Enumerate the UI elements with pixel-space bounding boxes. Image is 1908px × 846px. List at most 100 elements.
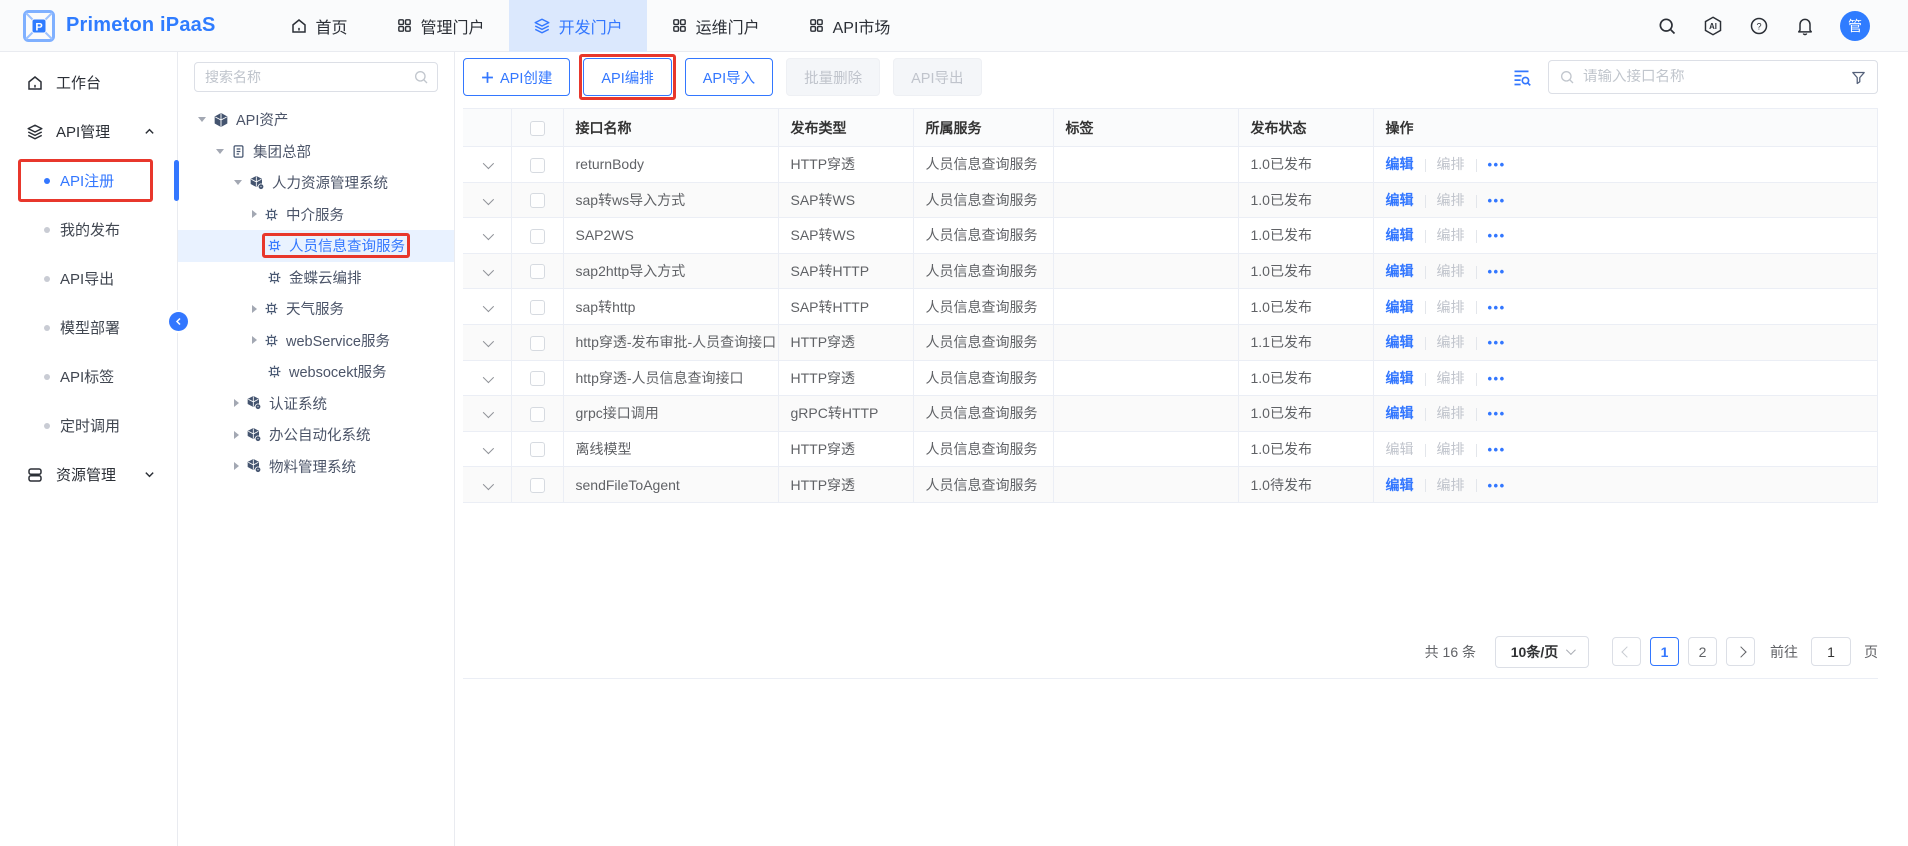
user-avatar[interactable]: 管 <box>1840 11 1870 41</box>
row-checkbox[interactable] <box>530 442 545 457</box>
api-create-button[interactable]: API创建 <box>463 58 570 96</box>
edit-link[interactable]: 编辑 <box>1386 156 1414 172</box>
edit-link[interactable]: 编辑 <box>1386 263 1414 279</box>
select-all-checkbox[interactable] <box>530 121 545 136</box>
row-checkbox[interactable] <box>530 336 545 351</box>
sidebar-item-workbench[interactable]: 工作台 <box>0 58 177 107</box>
tree-node-weather-service[interactable]: 天气服务 <box>178 293 454 325</box>
more-actions-link[interactable]: ••• <box>1488 300 1506 315</box>
search-icon[interactable] <box>1656 15 1678 37</box>
tree-node-office-automation-system[interactable]: 办公自动化系统 <box>178 419 454 451</box>
orchestrate-link[interactable]: 编排 <box>1437 405 1465 421</box>
tree-expanded-icon[interactable] <box>198 117 206 122</box>
sidebar-item-my-publish[interactable]: 我的发布 <box>0 205 177 254</box>
nav-admin-portal[interactable]: 管理门户 <box>372 0 509 52</box>
more-actions-link[interactable]: ••• <box>1488 193 1506 208</box>
sidebar-item-model-deploy[interactable]: 模型部署 <box>0 303 177 352</box>
row-expand-icon[interactable] <box>483 336 494 347</box>
row-expand-icon[interactable] <box>483 194 494 205</box>
row-checkbox[interactable] <box>530 478 545 493</box>
orchestrate-link[interactable]: 编排 <box>1437 192 1465 208</box>
orchestrate-link[interactable]: 编排 <box>1437 334 1465 350</box>
row-expand-icon[interactable] <box>483 265 494 276</box>
more-actions-link[interactable]: ••• <box>1488 335 1506 350</box>
tree-search-input[interactable] <box>205 69 413 85</box>
tree-collapsed-icon[interactable] <box>252 305 257 313</box>
more-actions-link[interactable]: ••• <box>1488 442 1506 457</box>
notifications-bell-icon[interactable] <box>1794 15 1816 37</box>
page-button-1[interactable]: 1 <box>1650 637 1679 666</box>
ai-assistant-icon[interactable]: AI <box>1702 15 1724 37</box>
tree-expanded-icon[interactable] <box>216 149 224 154</box>
batch-delete-button[interactable]: 批量删除 <box>786 58 880 96</box>
nav-api-market[interactable]: API市场 <box>784 0 915 52</box>
edit-link[interactable]: 编辑 <box>1386 227 1414 243</box>
more-actions-link[interactable]: ••• <box>1488 406 1506 421</box>
more-actions-link[interactable]: ••• <box>1488 264 1506 279</box>
advanced-list-search-icon[interactable] <box>1511 67 1532 88</box>
more-actions-link[interactable]: ••• <box>1488 228 1506 243</box>
panel-collapse-button[interactable] <box>169 312 188 331</box>
orchestrate-link[interactable]: 编排 <box>1437 263 1465 279</box>
row-expand-icon[interactable] <box>483 229 494 240</box>
tree-node-websocket-service[interactable]: websocekt服务 <box>178 356 454 388</box>
tree-collapsed-icon[interactable] <box>252 336 257 344</box>
edit-link[interactable]: 编辑 <box>1386 334 1414 350</box>
tree-expanded-icon[interactable] <box>234 180 242 185</box>
edit-link[interactable]: 编辑 <box>1386 370 1414 386</box>
nav-ops-portal[interactable]: 运维门户 <box>647 0 784 52</box>
orchestrate-link[interactable]: 编排 <box>1437 441 1465 457</box>
tree-node-material-management-system[interactable]: 物料管理系统 <box>178 451 454 483</box>
orchestrate-link[interactable]: 编排 <box>1437 227 1465 243</box>
prev-page-button[interactable] <box>1612 637 1641 666</box>
sidebar-item-resource-management[interactable]: 资源管理 <box>0 450 177 499</box>
row-checkbox[interactable] <box>530 193 545 208</box>
orchestrate-link[interactable]: 编排 <box>1437 299 1465 315</box>
sidebar-item-api-export[interactable]: API导出 <box>0 254 177 303</box>
tree-node-api-assets[interactable]: API资产 <box>178 104 454 136</box>
edit-link[interactable]: 编辑 <box>1386 192 1414 208</box>
tree-collapsed-icon[interactable] <box>234 399 239 407</box>
row-expand-icon[interactable] <box>483 301 494 312</box>
tree-node-intermediary-service[interactable]: 中介服务 <box>178 199 454 231</box>
row-checkbox[interactable] <box>530 407 545 422</box>
tree-node-kingdee-orchestration[interactable]: 金蝶云编排 <box>178 262 454 294</box>
more-actions-link[interactable]: ••• <box>1488 371 1506 386</box>
goto-page-input[interactable] <box>1811 637 1851 666</box>
orchestrate-link[interactable]: 编排 <box>1437 370 1465 386</box>
nav-home[interactable]: 首页 <box>266 0 372 52</box>
sidebar-item-api-management[interactable]: API管理 <box>0 107 177 156</box>
row-expand-icon[interactable] <box>483 158 494 169</box>
edit-link[interactable]: 编辑 <box>1386 477 1414 493</box>
more-actions-link[interactable]: ••• <box>1488 157 1506 172</box>
sidebar-item-api-tags[interactable]: API标签 <box>0 352 177 401</box>
next-page-button[interactable] <box>1726 637 1755 666</box>
row-checkbox[interactable] <box>530 371 545 386</box>
row-checkbox[interactable] <box>530 158 545 173</box>
row-expand-icon[interactable] <box>483 372 494 383</box>
tree-collapsed-icon[interactable] <box>234 462 239 470</box>
api-orchestrate-button[interactable]: API编排 <box>583 58 671 96</box>
tree-node-group-hq[interactable]: 集团总部 <box>178 136 454 168</box>
tree-node-webservice-service[interactable]: webService服务 <box>178 325 454 357</box>
more-actions-link[interactable]: ••• <box>1488 478 1506 493</box>
tree-node-personnel-info-service[interactable]: 人员信息查询服务 <box>178 230 454 262</box>
api-search-input[interactable] <box>1583 69 1842 85</box>
row-checkbox[interactable] <box>530 264 545 279</box>
tree-collapsed-icon[interactable] <box>234 431 239 439</box>
nav-developer-portal[interactable]: 开发门户 <box>509 0 647 52</box>
edit-link[interactable]: 编辑 <box>1386 405 1414 421</box>
orchestrate-link[interactable]: 编排 <box>1437 477 1465 493</box>
filter-funnel-icon[interactable] <box>1850 69 1867 86</box>
sidebar-item-scheduled-call[interactable]: 定时调用 <box>0 401 177 450</box>
page-size-select[interactable]: 10条/页 <box>1495 636 1589 668</box>
tree-collapsed-icon[interactable] <box>252 210 257 218</box>
row-checkbox[interactable] <box>530 229 545 244</box>
row-expand-icon[interactable] <box>483 443 494 454</box>
orchestrate-link[interactable]: 编排 <box>1437 156 1465 172</box>
sidebar-item-api-register[interactable]: API注册 <box>0 156 177 205</box>
edit-link[interactable]: 编辑 <box>1386 299 1414 315</box>
tree-node-hr-system[interactable]: 人力资源管理系统 <box>178 167 454 199</box>
edit-link[interactable]: 编辑 <box>1386 441 1414 457</box>
page-button-2[interactable]: 2 <box>1688 637 1717 666</box>
